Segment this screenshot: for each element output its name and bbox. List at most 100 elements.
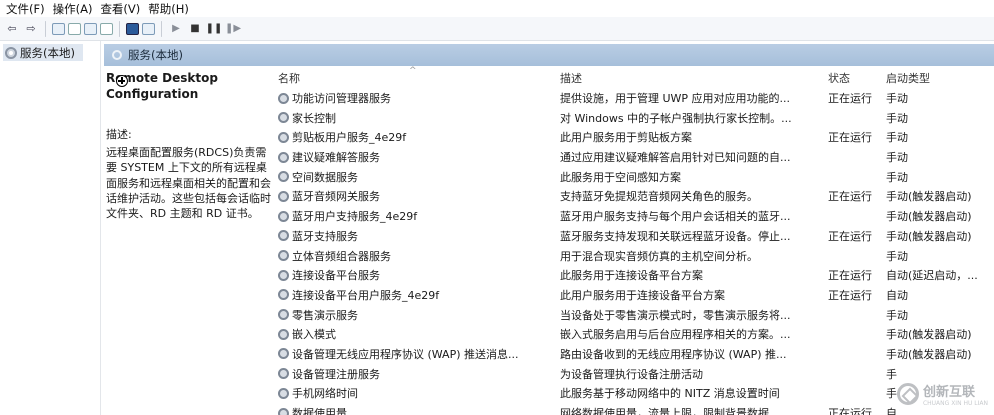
column-header-name[interactable]: 名称 — [278, 70, 300, 86]
service-name-cell: 设备管理无线应用程序协议 (WAP) 推送消息... — [278, 346, 554, 362]
back-icon[interactable]: ⇦ — [4, 21, 20, 37]
column-header-status[interactable]: 状态 — [828, 70, 850, 86]
service-name: 蓝牙音频网关服务 — [292, 190, 380, 204]
table-row[interactable]: 设备管理注册服务 为设备管理执行设备注册活动 手 — [276, 364, 994, 384]
service-startup-type: 手动 — [886, 170, 908, 184]
sort-ascending-icon: ^ — [409, 66, 417, 76]
watermark-text: 创新互联 CHUANG XIN HU LIAN — [923, 381, 988, 407]
table-row[interactable]: 家长控制 对 Windows 中的子帐户强制执行家长控制。... 手动 — [276, 108, 994, 128]
service-gear-icon — [278, 407, 289, 415]
description-label: 描述: — [106, 128, 132, 141]
service-name-cell: 剪贴板用户服务_4e29f — [278, 129, 554, 145]
service-name-cell: 手机网络时间 — [278, 385, 554, 401]
forward-icon[interactable]: ⇨ — [23, 21, 39, 37]
service-status: 正在运行 — [828, 407, 872, 415]
menu-action[interactable]: 操作(A) — [51, 1, 99, 17]
help-icon[interactable] — [126, 22, 139, 35]
service-name: 剪贴板用户服务_4e29f — [292, 131, 407, 145]
service-description: 此服务用于连接设备平台方案 — [560, 269, 703, 283]
tree-item-services-local[interactable]: 服务(本地) — [3, 44, 83, 61]
table-row[interactable]: 连接设备平台服务 此服务用于连接设备平台方案 正在运行 自动(延迟启动，... — [276, 265, 994, 285]
list-icon[interactable] — [68, 22, 81, 35]
service-status: 正在运行 — [828, 288, 872, 302]
service-name-cell: 数据使用量 — [278, 405, 554, 415]
stop-icon[interactable]: ■ — [187, 21, 203, 37]
service-description: 此用户服务用于剪贴板方案 — [560, 131, 692, 145]
services-table: 名称 ^ 描述 状态 启动类型 功能访问管理器服务 提供设施，用于管理 UWP 应… — [276, 66, 994, 415]
table-row[interactable]: 零售演示服务 当设备处于零售演示模式时，零售演示服务将... 手动 — [276, 305, 994, 325]
refresh-icon[interactable] — [84, 22, 97, 35]
service-name-cell: 蓝牙支持服务 — [278, 228, 554, 244]
table-row[interactable]: 剪贴板用户服务_4e29f 此用户服务用于剪贴板方案 正在运行 手动 — [276, 127, 994, 147]
service-name: 设备管理注册服务 — [292, 367, 380, 381]
service-startup-type: 手 — [886, 367, 897, 381]
mouse-cursor-icon — [116, 75, 128, 87]
service-gear-icon — [278, 387, 289, 399]
toolbar: ⇦ ⇨ ▶ ■ ❚❚ ❚▶ — [0, 17, 994, 41]
service-description: 路由设备收到的无线应用程序协议 (WAP) 推... — [560, 347, 787, 361]
service-name-cell: 连接设备平台用户服务_4e29f — [278, 287, 554, 303]
selected-service-title-line2: Configuration — [106, 87, 199, 101]
service-gear-icon — [278, 151, 289, 163]
column-header-description[interactable]: 描述 — [560, 70, 582, 86]
service-startup-type: 自动 — [886, 288, 908, 302]
service-name: 零售演示服务 — [292, 308, 358, 322]
properties-icon[interactable] — [142, 22, 155, 35]
export-icon[interactable] — [100, 22, 113, 35]
service-description: 用于混合现实音频仿真的主机空间分析。 — [560, 249, 758, 263]
service-gear-icon — [278, 112, 289, 124]
service-name: 手机网络时间 — [292, 387, 358, 401]
menu-view[interactable]: 查看(V) — [98, 1, 146, 17]
service-name-cell: 空间数据服务 — [278, 169, 554, 185]
table-row[interactable]: 连接设备平台用户服务_4e29f 此用户服务用于连接设备平台方案 正在运行 自动 — [276, 285, 994, 305]
column-header-startup-type[interactable]: 启动类型 — [886, 70, 930, 86]
service-startup-type: 手动 — [886, 249, 908, 263]
service-gear-icon — [278, 171, 289, 183]
menu-help[interactable]: 帮助(H) — [146, 1, 195, 17]
console-tree-icon[interactable] — [52, 22, 65, 35]
start-icon[interactable]: ▶ — [168, 21, 184, 37]
service-name-cell: 蓝牙用户支持服务_4e29f — [278, 208, 554, 224]
service-gear-icon — [278, 348, 289, 360]
service-startup-type: 手动(触发器启动) — [886, 190, 972, 204]
table-row[interactable]: 立体音频组合器服务 用于混合现实音频仿真的主机空间分析。 手动 — [276, 246, 994, 266]
service-name: 立体音频组合器服务 — [292, 249, 391, 263]
service-gear-icon — [278, 309, 289, 321]
service-status: 正在运行 — [828, 131, 872, 145]
service-startup-type: 手动(触发器启动) — [886, 229, 972, 243]
table-row[interactable]: 建议疑难解答服务 通过应用建议疑难解答启用针对已知问题的自... 手动 — [276, 147, 994, 167]
service-name: 数据使用量 — [292, 407, 347, 415]
table-row[interactable]: 数据使用量 网络数据使用量，流量上限，限制背景数据... 正在运行自 — [276, 403, 994, 415]
menu-file[interactable]: 文件(F) — [4, 1, 51, 17]
service-description: 当设备处于零售演示模式时，零售演示服务将... — [560, 308, 791, 322]
table-row[interactable]: 嵌入模式 嵌入式服务启用与后台应用程序相关的方案。... 手动(触发器启动) — [276, 324, 994, 344]
table-row[interactable]: 功能访问管理器服务 提供设施，用于管理 UWP 应用对应用功能的... 正在运行 手动 — [276, 88, 994, 108]
service-description: 支持蓝牙免提规范音频网关角色的服务。 — [560, 190, 758, 204]
service-gear-icon — [278, 250, 289, 261]
table-row[interactable]: 设备管理无线应用程序协议 (WAP) 推送消息... 路由设备收到的无线应用程序协… — [276, 344, 994, 364]
service-description: 为设备管理执行设备注册活动 — [560, 367, 703, 381]
service-description: 对 Windows 中的子帐户强制执行家长控制。... — [560, 111, 792, 125]
table-row[interactable]: 手机网络时间 此服务基于移动网络中的 NITZ 消息设置时间手 — [276, 383, 994, 403]
service-name: 家长控制 — [292, 111, 336, 125]
service-name: 连接设备平台用户服务_4e29f — [292, 288, 440, 302]
service-description: 此服务用于空间感知方案 — [560, 170, 681, 184]
table-row[interactable]: 蓝牙用户支持服务_4e29f 蓝牙用户服务支持与每个用户会话相关的蓝牙... 手动(… — [276, 206, 994, 226]
table-row[interactable]: 蓝牙支持服务 蓝牙服务支持发现和关联远程蓝牙设备。停止... 正在运行 手动(触发器启… — [276, 226, 994, 246]
service-gear-icon — [278, 131, 289, 143]
table-row[interactable]: 空间数据服务 此服务用于空间感知方案 手动 — [276, 167, 994, 187]
service-name: 建议疑难解答服务 — [292, 151, 380, 165]
service-gear-icon — [278, 190, 289, 202]
table-row[interactable]: 蓝牙音频网关服务 支持蓝牙免提规范音频网关角色的服务。 正在运行 手动(触发器启动) — [276, 186, 994, 206]
pane-header: 服务(本地) — [104, 44, 994, 66]
service-startup-type: 手动(触发器启动) — [886, 347, 972, 361]
service-description: 通过应用建议疑难解答启用针对已知问题的自... — [560, 151, 791, 165]
service-gear-icon — [278, 289, 289, 301]
description-text: 远程桌面配置服务(RDCS)负责需要 SYSTEM 上下文的所有远程桌面服务和远… — [106, 146, 271, 221]
pause-icon[interactable]: ❚❚ — [206, 21, 223, 37]
service-status: 正在运行 — [828, 92, 872, 105]
console-tree: 服务(本地) — [0, 41, 101, 415]
restart-icon[interactable]: ❚▶ — [225, 21, 241, 37]
service-gear-icon — [278, 269, 289, 281]
service-name: 设备管理无线应用程序协议 (WAP) 推送消息... — [292, 347, 519, 361]
